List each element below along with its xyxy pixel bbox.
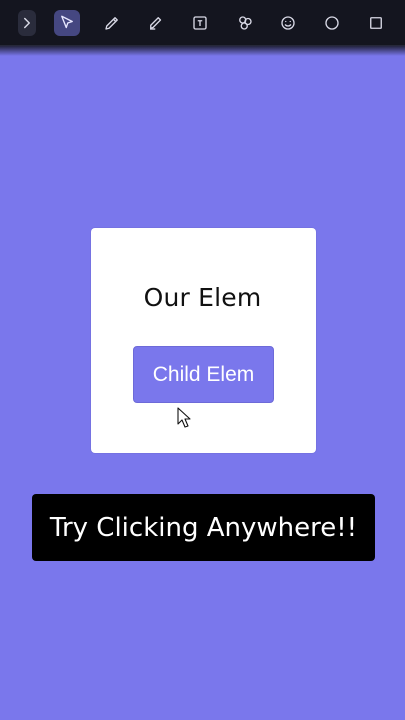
pencil-icon[interactable] — [99, 10, 125, 36]
child-element-button[interactable]: Child Elem — [133, 346, 274, 403]
text-box-icon[interactable] — [187, 10, 213, 36]
toolbar-shadow — [0, 46, 405, 56]
try-clicking-banner: Try Clicking Anywhere!! — [32, 494, 375, 561]
emoji-icon[interactable] — [275, 10, 301, 36]
mouse-pointer-icon — [177, 407, 191, 428]
chevron-right-icon[interactable] — [18, 10, 36, 36]
card-title: Our Elem — [143, 283, 262, 312]
cursor-select-icon[interactable] — [54, 10, 80, 36]
shapes-icon[interactable] — [232, 10, 258, 36]
drawing-toolbar — [0, 0, 405, 46]
highlighter-icon[interactable] — [143, 10, 169, 36]
page: Our Elem Child Elem Try Clicking Anywher… — [0, 0, 405, 720]
parent-element-card[interactable] — [91, 228, 316, 453]
circle-icon[interactable] — [319, 10, 345, 36]
square-icon[interactable] — [363, 10, 389, 36]
